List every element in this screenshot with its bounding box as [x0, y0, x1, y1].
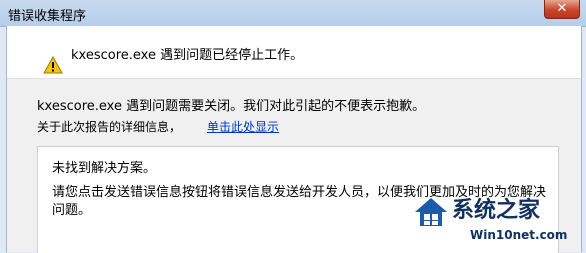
watermark-site: Win10net.com [470, 228, 568, 242]
show-details-link[interactable]: 单击此处显示 [207, 118, 279, 135]
solution-title: 未找到解决方案。 [52, 161, 157, 176]
title-bar: 错误收集程序 ✕ [0, 0, 586, 27]
watermark-brand: 系统之家 [452, 197, 541, 223]
window-title: 错误收集程序 [8, 9, 87, 24]
watermark: 系统之家 Win10net.com [412, 188, 582, 250]
header-message: kxescore.exe 遇到问题已经停止工作。 [71, 48, 304, 63]
close-button[interactable]: ✕ [544, 0, 580, 19]
close-icon: ✕ [556, 1, 568, 16]
warning-icon [43, 56, 63, 74]
dialog-header: kxescore.exe 遇到问题已经停止工作。 [7, 26, 581, 79]
details-label: 关于此次报告的详细信息， [37, 120, 182, 134]
error-description: kxescore.exe 遇到问题需要关闭。我们对此引起的不便表示抱歉。 [37, 99, 426, 114]
house-logo-icon [415, 198, 447, 226]
